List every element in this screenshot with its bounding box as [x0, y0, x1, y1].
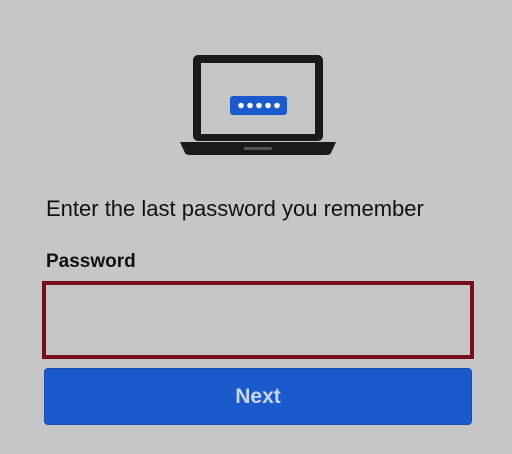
password-input[interactable]	[42, 281, 474, 359]
laptop-password-icon	[180, 53, 336, 157]
laptop-password-icon-graphic	[180, 55, 336, 155]
password-label: Password	[46, 251, 136, 272]
next-button[interactable]: Next	[44, 368, 472, 425]
page-instruction: Enter the last password you remember	[46, 196, 424, 221]
